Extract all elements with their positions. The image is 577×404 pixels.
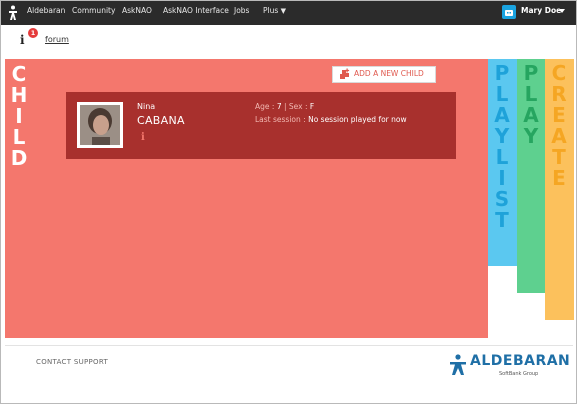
nav-item-plus[interactable]: Plus ▼ [263,6,286,15]
create-title-letter: E [552,166,566,190]
create-title[interactable]: C R E A T E [548,63,570,189]
playlist-title-letter: I [498,166,506,190]
nav-item-asknao-interface[interactable]: AskNAO Interface [163,6,229,15]
forum-link[interactable]: forum [45,35,69,44]
create-title-letter: C [551,61,567,85]
nav-item-aldebaran[interactable]: Aldebaran [27,6,65,15]
age-label: Age : [255,102,275,111]
child-last-session: Last session : No session played for now [255,115,407,124]
nav-item-jobs[interactable]: Jobs [234,6,249,15]
add-new-child-label[interactable]: ADD A NEW CHILD [354,69,424,78]
play-title-letter: L [524,82,538,106]
playlist-title-letter: L [495,145,509,169]
aldebaran-logo-icon[interactable] [6,5,20,21]
play-title-letter: Y [523,124,539,148]
add-user-icon [340,68,350,79]
nav-item-asknao[interactable]: AskNAO [122,6,152,15]
child-title-letter: I [15,104,23,128]
playlist-title-letter: L [495,82,509,106]
sex-label: | Sex : [283,102,308,111]
play-title-letter: P [523,61,539,85]
create-title-letter: R [551,82,567,106]
child-photo[interactable] [80,105,120,145]
playlist-title-letter: P [494,61,510,85]
nav-item-plus-label: Plus [263,6,279,15]
robot-avatar-icon [505,10,513,16]
notification-badge: 1 [28,28,38,38]
session-value: No session played for now [308,115,407,124]
info-icon[interactable]: i [141,132,145,143]
aldebaran-logo-icon [450,354,466,375]
child-title-letter: H [10,83,28,107]
aldebaran-logo-text: ALDEBARAN [470,353,571,369]
child-title-letter: D [10,146,28,170]
session-label: Last session : [255,115,306,124]
play-title-letter: A [523,103,539,127]
chevron-down-icon: ▼ [280,7,287,15]
child-title-letter: C [11,62,27,86]
child-portrait-image [80,105,120,145]
child-last-name: CABANA [137,114,185,127]
playlist-title-letter: S [494,187,510,211]
sex-value: F [309,102,315,111]
child-age-sex: Age : 7 | Sex : F [255,102,314,111]
playlist-title[interactable]: P L A Y L I S T [491,63,513,231]
user-menu-caret-icon[interactable] [559,9,565,13]
child-section-title: C H I L D [9,64,29,169]
playlist-title-letter: Y [494,124,510,148]
play-title[interactable]: P L A Y [520,63,542,147]
contact-support-link[interactable]: CONTACT SUPPORT [36,358,108,366]
child-first-name: Nina [137,102,156,111]
footer-divider [5,345,573,346]
create-title-letter: T [552,145,566,169]
age-value: 7 [276,102,282,111]
user-avatar[interactable] [502,5,516,19]
nav-item-community[interactable]: Community [72,6,115,15]
child-title-letter: L [12,125,26,149]
create-title-letter: A [551,124,567,148]
playlist-title-letter: A [494,103,510,127]
user-name[interactable]: Mary Doe [521,6,561,15]
softbank-group-text: SoftBank Group [499,371,539,377]
playlist-title-letter: T [495,208,509,232]
create-title-letter: E [552,103,566,127]
